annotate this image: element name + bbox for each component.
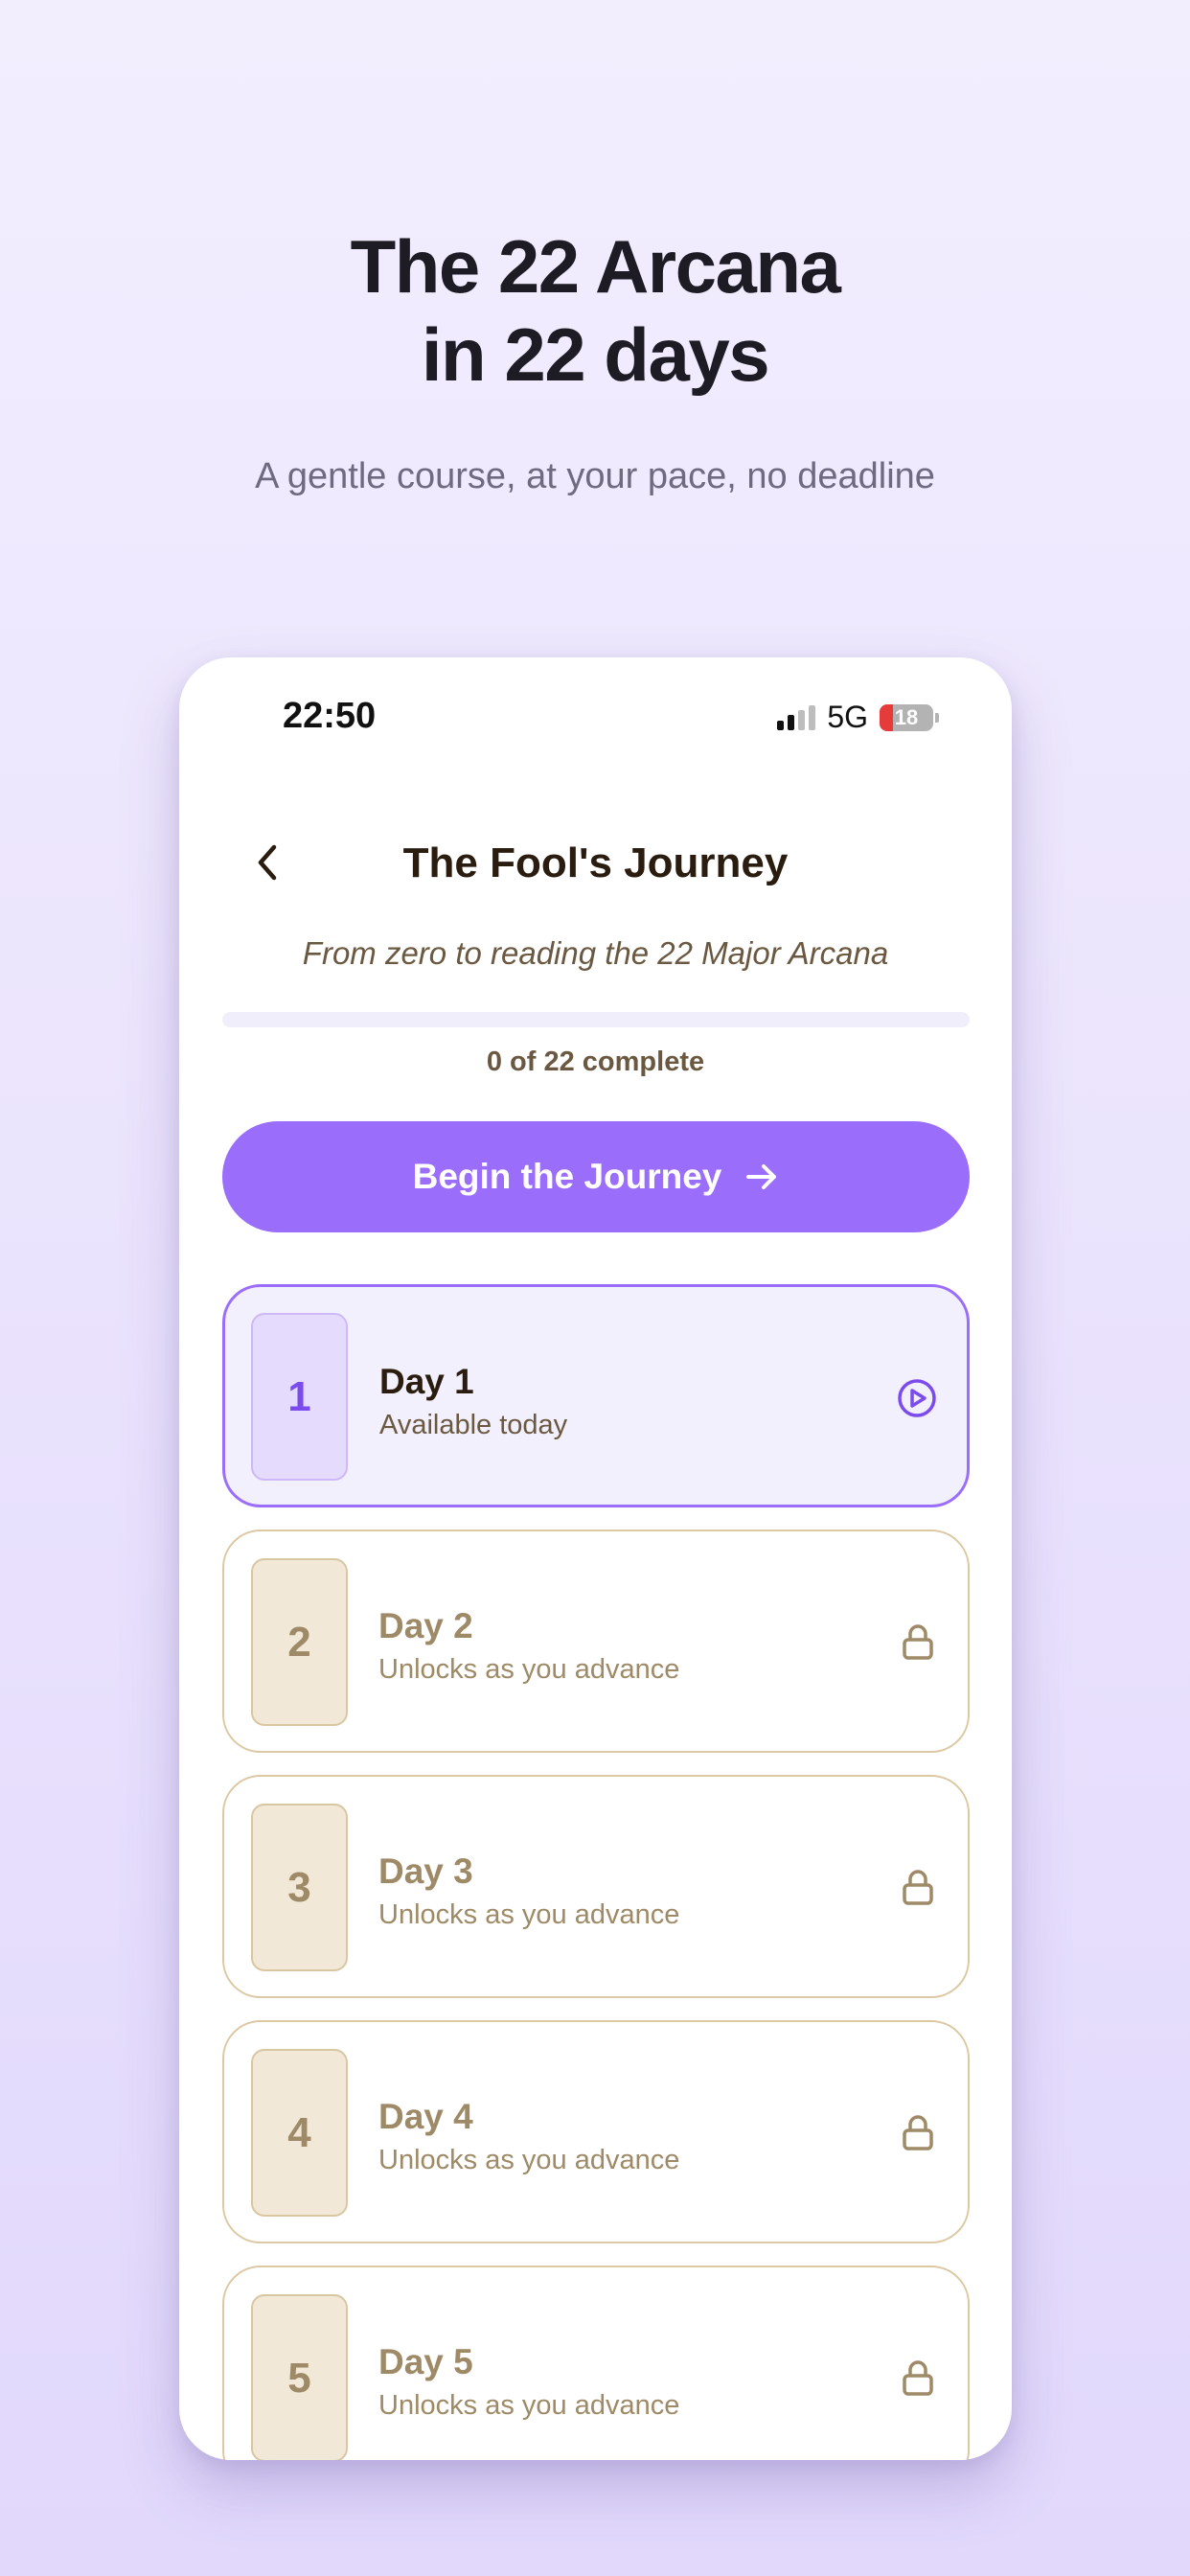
hero-title: The 22 Arcana in 22 days	[0, 222, 1190, 399]
lock-icon	[897, 2112, 939, 2154]
day-title: Day 2	[378, 1606, 473, 1645]
day-card-5[interactable]: 5 Day 5 Unlocks as you advance	[222, 2266, 970, 2460]
day-status: Unlocks as you advance	[378, 1899, 680, 1930]
play-icon[interactable]	[896, 1377, 938, 1419]
phone-screen: 22:50 5G 18 The Fool's Journey From zero…	[179, 657, 1012, 2460]
hero-title-line-1: The 22 Arcana	[350, 224, 841, 309]
lock-icon	[897, 1622, 939, 1664]
arrow-right-icon	[746, 1164, 777, 1189]
day-title: Day 4	[378, 2097, 473, 2136]
page-subtitle: From zero to reading the 22 Major Arcana	[302, 935, 889, 971]
network-label: 5G	[827, 700, 868, 734]
begin-journey-button[interactable]: Begin the Journey	[222, 1121, 970, 1232]
day-title: Day 1	[379, 1362, 474, 1401]
day-list: 1 Day 1 Available today 2 Day 2 Unlocks …	[222, 1284, 970, 2460]
day-number-badge: 2	[251, 1558, 348, 1726]
begin-journey-label: Begin the Journey	[412, 1157, 722, 1196]
day-card-3[interactable]: 3 Day 3 Unlocks as you advance	[222, 1775, 970, 1998]
progress-bar	[222, 1012, 970, 1027]
lock-icon	[897, 2358, 939, 2400]
day-status: Unlocks as you advance	[378, 1654, 680, 1685]
day-title: Day 5	[378, 2342, 473, 2381]
battery-level: 18	[894, 704, 919, 729]
battery-icon: 18	[880, 703, 933, 731]
day-status: Unlocks as you advance	[378, 2390, 680, 2421]
day-card-1[interactable]: 1 Day 1 Available today	[222, 1284, 970, 1507]
page-title: The Fool's Journey	[402, 840, 789, 886]
hero-subtitle: A gentle course, at your pace, no deadli…	[255, 456, 935, 496]
day-number-badge: 3	[251, 1804, 348, 1971]
day-number-badge: 5	[251, 2294, 348, 2460]
status-time: 22:50	[283, 696, 377, 736]
day-number-badge: 4	[251, 2049, 348, 2217]
day-status: Available today	[379, 1410, 568, 1440]
status-indicators: 5G 18	[777, 700, 939, 735]
day-title: Day 3	[378, 1852, 473, 1891]
signal-icon	[777, 704, 816, 730]
lock-icon	[897, 1867, 939, 1909]
hero-title-line-2: in 22 days	[421, 312, 770, 397]
day-card-2[interactable]: 2 Day 2 Unlocks as you advance	[222, 1530, 970, 1753]
progress-label: 0 of 22 complete	[486, 1046, 705, 1077]
day-number-badge: 1	[251, 1313, 348, 1481]
day-card-4[interactable]: 4 Day 4 Unlocks as you advance	[222, 2020, 970, 2243]
day-status: Unlocks as you advance	[378, 2145, 680, 2175]
